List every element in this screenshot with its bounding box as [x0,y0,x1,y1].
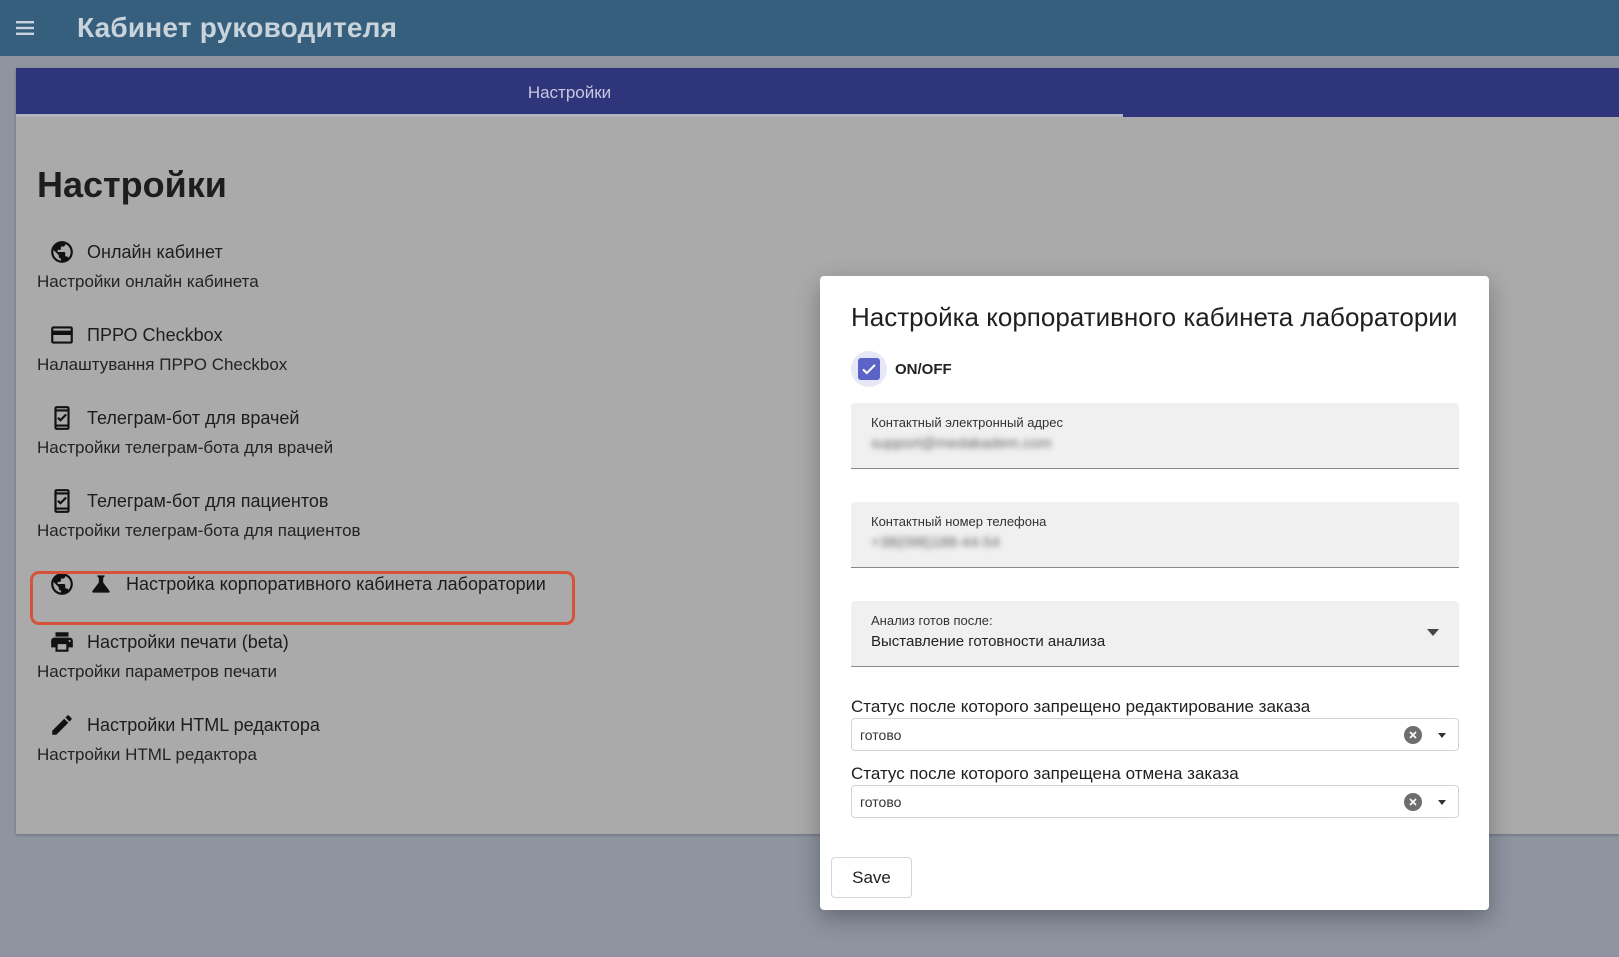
phone-check-icon [48,487,76,515]
clear-icon[interactable] [1404,726,1422,744]
phone-field-value: +38(098)188-44-54 [871,534,1000,551]
edit-status-label: Статус после которого запрещено редактир… [851,697,1311,716]
settings-item-description: Настройки онлайн кабинета [37,272,259,291]
page-title: Настройки [37,164,227,205]
dropdown-arrow-icon[interactable] [1438,733,1446,738]
settings-item-label: Телеграм-бот для врачей [87,407,300,428]
settings-item-description: Настройки телеграм-бота для врачей [37,438,334,457]
email-field[interactable]: Контактный электронный адрес support@med… [851,403,1459,469]
card-icon [48,321,76,349]
email-field-label: Контактный электронный адрес [871,415,1063,430]
on-off-checkbox[interactable] [851,351,887,387]
corporate-cabinet-dialog: Настройка корпоративного кабинета лабора… [820,276,1489,910]
settings-item-html-editor[interactable]: Настройки HTML редактора Настройки HTML … [37,709,597,765]
settings-item-telegram-patients[interactable]: Телеграм-бот для пациентов Настройки тел… [37,485,597,541]
tab-indicator [16,114,1123,117]
dropdown-arrow-icon[interactable] [1438,800,1446,805]
edit-status-value: готово [860,727,902,743]
analysis-ready-label: Анализ готов после: [871,613,993,628]
cancel-status-select[interactable]: готово [851,785,1459,818]
email-field-value: support@medakadem.com [871,435,1052,452]
printer-icon [48,628,76,656]
toggle-row: ON/OFF [851,351,952,387]
settings-item-label: Настройки HTML редактора [87,714,320,735]
settings-item-label: Телеграм-бот для пациентов [87,490,329,511]
highlight-annotation [30,571,575,625]
settings-item-description: Настройки параметров печати [37,662,277,681]
settings-item-label: Онлайн кабинет [87,241,223,262]
settings-item-print[interactable]: Настройки печати (beta) Настройки параме… [37,626,597,682]
analysis-ready-select[interactable]: Анализ готов после: Выставление готовнос… [851,601,1459,667]
settings-item-telegram-doctors[interactable]: Телеграм-бот для врачей Настройки телегр… [37,402,597,458]
top-app-bar: Кабинет руководителя [0,0,1619,56]
settings-item-description: Налаштування ПРРО Checkbox [37,355,288,374]
clear-icon[interactable] [1404,793,1422,811]
save-button[interactable]: Save [831,857,912,898]
settings-item-label: Настройки печати (beta) [87,631,289,652]
settings-item-description: Настройки телеграм-бота для пациентов [37,521,361,540]
tab-bar: Настройки [16,68,1619,117]
pencil-icon [48,711,76,739]
settings-item-prro-checkbox[interactable]: ПРРО Checkbox Налаштування ПРРО Checkbox [37,319,597,375]
cancel-status-label: Статус после которого запрещена отмена з… [851,764,1239,783]
analysis-ready-value: Выставление готовности анализа [871,633,1106,650]
phone-field[interactable]: Контактный номер телефона +38(098)188-44… [851,502,1459,568]
cancel-status-value: готово [860,794,902,810]
on-off-label: ON/OFF [895,360,952,378]
globe-icon [48,238,76,266]
menu-button[interactable] [0,0,50,56]
hamburger-icon [16,21,34,35]
tab-settings[interactable]: Настройки [16,68,1123,117]
settings-item-description: Настройки HTML редактора [37,745,257,764]
phone-field-label: Контактный номер телефона [871,514,1047,529]
settings-item-label: ПРРО Checkbox [87,324,223,345]
app-title: Кабинет руководителя [77,12,398,43]
phone-check-icon [48,404,76,432]
check-icon [862,364,876,375]
chevron-down-icon [1427,629,1439,636]
settings-item-online-cabinet[interactable]: Онлайн кабинет Настройки онлайн кабинета [37,236,597,292]
edit-status-select[interactable]: готово [851,718,1459,751]
dialog-title: Настройка корпоративного кабинета лабора… [851,302,1458,332]
